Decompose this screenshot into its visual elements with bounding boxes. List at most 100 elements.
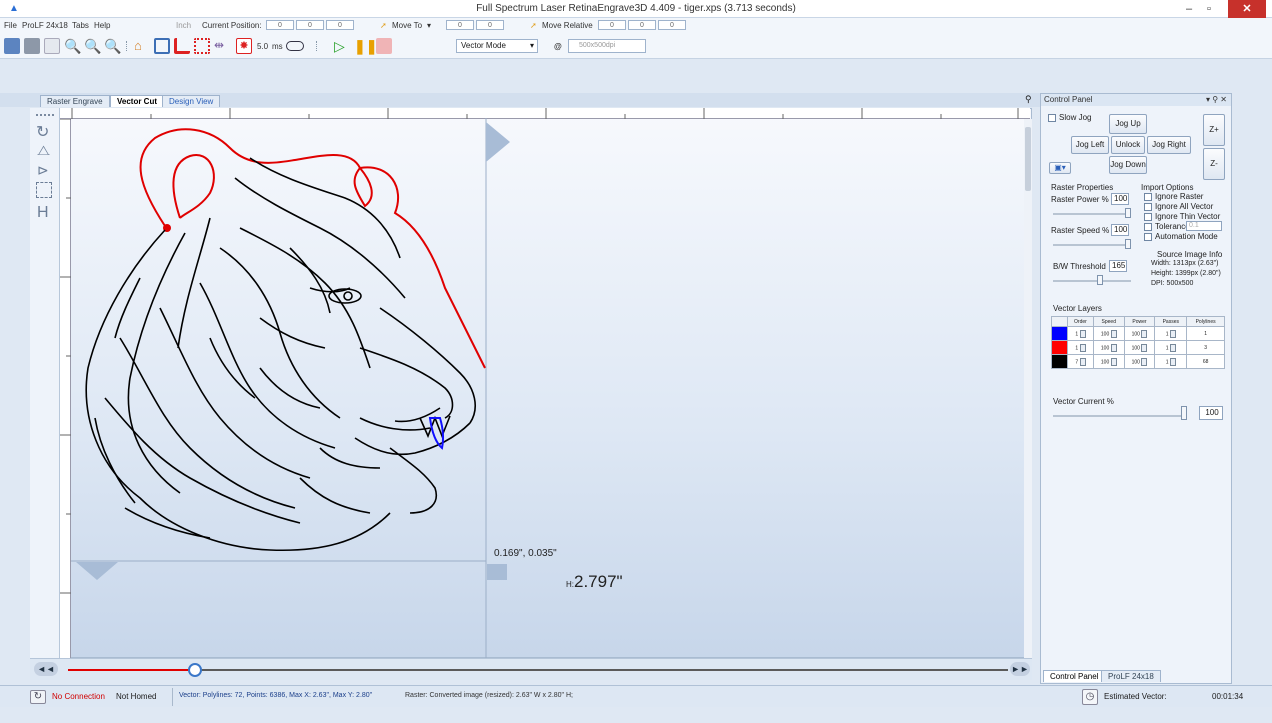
bottom-handle-icon[interactable] <box>76 562 118 580</box>
layer-speed[interactable]: 100 <box>1101 359 1109 365</box>
zoom-in-icon[interactable]: 🔍 <box>64 38 81 54</box>
move-rel-z[interactable]: 0 <box>658 20 686 30</box>
jog-up-button[interactable]: Jog Up <box>1109 114 1147 134</box>
corner-icon[interactable] <box>174 38 190 54</box>
rotate-icon[interactable]: ↻ <box>36 122 49 142</box>
panel-tab-control[interactable]: Control Panel <box>1043 670 1106 682</box>
spinner-icon[interactable] <box>1141 357 1148 366</box>
pin-icon[interactable]: ⚲ <box>1025 94 1032 105</box>
jog-right-button[interactable]: Jog Right <box>1147 136 1191 154</box>
spinner-icon[interactable] <box>1141 343 1148 352</box>
layer-row[interactable]: 1 100 100 1 1 <box>1051 326 1225 341</box>
save-icon[interactable]: ▣▾ <box>1049 162 1071 174</box>
flip-horizontal-icon[interactable]: ⊳ <box>37 162 49 179</box>
ignore-thin-vector-checkbox[interactable] <box>1144 213 1152 221</box>
automation-mode-checkbox[interactable] <box>1144 233 1152 241</box>
right-handle-icon[interactable] <box>486 122 510 162</box>
menu-prolf[interactable]: ProLF 24x18 <box>22 21 68 30</box>
bw-threshold-slider[interactable] <box>1053 280 1131 282</box>
slow-jog-checkbox[interactable] <box>1048 114 1056 122</box>
move-to-y[interactable]: 0 <box>476 20 504 30</box>
fast-forward-icon[interactable]: ►► <box>1010 662 1030 676</box>
frame-icon[interactable] <box>154 38 170 54</box>
spinner-icon[interactable] <box>1079 343 1086 352</box>
ignore-all-vector-checkbox[interactable] <box>1144 203 1152 211</box>
menu-help[interactable]: Help <box>94 21 110 30</box>
spinner-icon[interactable] <box>1169 343 1176 352</box>
home-icon[interactable]: ⌂ <box>134 38 150 54</box>
move-to-button[interactable]: Move To <box>392 21 422 30</box>
zoom-fit-icon[interactable]: 🔍 <box>104 38 121 54</box>
move-rel-x[interactable]: 0 <box>598 20 626 30</box>
maximize-button[interactable]: ▫ <box>1200 0 1218 18</box>
spinner-icon[interactable] <box>1110 357 1117 366</box>
layer-passes[interactable]: 1 <box>1166 359 1169 365</box>
raster-power-thumb[interactable] <box>1125 208 1131 218</box>
minimize-button[interactable]: – <box>1180 0 1198 18</box>
spinner-icon[interactable] <box>1169 357 1176 366</box>
layer-power[interactable]: 100 <box>1132 345 1140 351</box>
z-down-button[interactable]: Z- <box>1203 148 1225 180</box>
mirror-vertical-icon[interactable]: ⧍ <box>37 142 50 159</box>
tolerance-input[interactable]: 0.1 <box>1186 221 1222 231</box>
tab-design-view[interactable]: Design View <box>162 95 221 107</box>
raster-power-input[interactable]: 100 <box>1111 193 1129 205</box>
tolerance-checkbox[interactable] <box>1144 223 1152 231</box>
laser-fire-icon[interactable]: ✸ <box>236 38 252 54</box>
toggle-icon[interactable] <box>286 41 304 51</box>
layer-speed[interactable]: 100 <box>1101 345 1109 351</box>
vector-current-thumb[interactable] <box>1181 406 1187 420</box>
menu-file[interactable]: File <box>4 21 17 30</box>
vertical-scroll-thumb[interactable] <box>1025 127 1031 191</box>
height-icon[interactable]: H <box>37 204 49 222</box>
raster-power-slider[interactable] <box>1053 213 1131 215</box>
mode-select[interactable]: Vector Mode ▾ <box>456 39 538 53</box>
spinner-icon[interactable] <box>1110 343 1117 352</box>
resize-handle[interactable] <box>487 564 507 580</box>
zoom-out-icon[interactable]: 🔍 <box>84 38 101 54</box>
close-button[interactable]: ✕ <box>1228 0 1266 18</box>
bw-threshold-input[interactable]: 165 <box>1109 260 1127 272</box>
jog-left-button[interactable]: Jog Left <box>1071 136 1109 154</box>
spinner-icon[interactable] <box>1110 329 1117 338</box>
move-relative-button[interactable]: Move Relative <box>542 21 593 30</box>
panel-tab-prolf[interactable]: ProLF 24x18 <box>1101 670 1161 682</box>
raster-speed-thumb[interactable] <box>1125 239 1131 249</box>
move-rel-y[interactable]: 0 <box>628 20 656 30</box>
raster-speed-slider[interactable] <box>1053 244 1131 246</box>
jog-down-button[interactable]: Jog Down <box>1109 156 1147 174</box>
ignore-raster-checkbox[interactable] <box>1144 193 1152 201</box>
tab-vector-cut[interactable]: Vector Cut <box>110 95 165 107</box>
layer-order[interactable]: 1 <box>1075 331 1078 337</box>
tab-raster-engrave[interactable]: Raster Engrave <box>40 95 110 107</box>
spinner-icon[interactable] <box>1079 329 1086 338</box>
fire-time-value[interactable]: 5.0 <box>257 42 268 51</box>
resolution-field[interactable]: 500x500dpi <box>568 39 646 53</box>
play-icon[interactable]: ▷ <box>334 38 350 54</box>
spinner-icon[interactable] <box>1079 357 1086 366</box>
new-icon[interactable] <box>44 38 60 54</box>
spinner-icon[interactable] <box>1141 329 1148 338</box>
open-icon[interactable] <box>4 38 20 54</box>
panel-header-icons[interactable]: ▾ ⚲ ✕ <box>1206 94 1227 106</box>
layer-row[interactable]: 1 100 100 1 3 <box>1051 340 1225 355</box>
mirror-icon[interactable]: ⇹ <box>214 38 230 54</box>
raster-speed-input[interactable]: 100 <box>1111 224 1129 236</box>
pause-icon[interactable]: ❚❚ <box>354 38 377 54</box>
stop-icon[interactable] <box>376 38 392 54</box>
layer-power[interactable]: 100 <box>1132 331 1140 337</box>
grid-icon[interactable] <box>194 38 210 54</box>
bw-threshold-thumb[interactable] <box>1097 275 1103 285</box>
z-up-button[interactable]: Z+ <box>1203 114 1225 146</box>
layer-order[interactable]: 7 <box>1075 359 1078 365</box>
print-icon[interactable] <box>24 38 40 54</box>
layer-order[interactable]: 1 <box>1075 345 1078 351</box>
vector-current-slider[interactable] <box>1053 415 1187 417</box>
unlock-button[interactable]: Unlock <box>1111 136 1145 154</box>
layer-speed[interactable]: 100 <box>1101 331 1109 337</box>
move-to-x[interactable]: 0 <box>446 20 474 30</box>
vector-current-input[interactable]: 100 <box>1199 406 1223 420</box>
layer-passes[interactable]: 1 <box>1166 331 1169 337</box>
connection-icon[interactable]: ↻ <box>30 690 46 704</box>
layer-passes[interactable]: 1 <box>1166 345 1169 351</box>
